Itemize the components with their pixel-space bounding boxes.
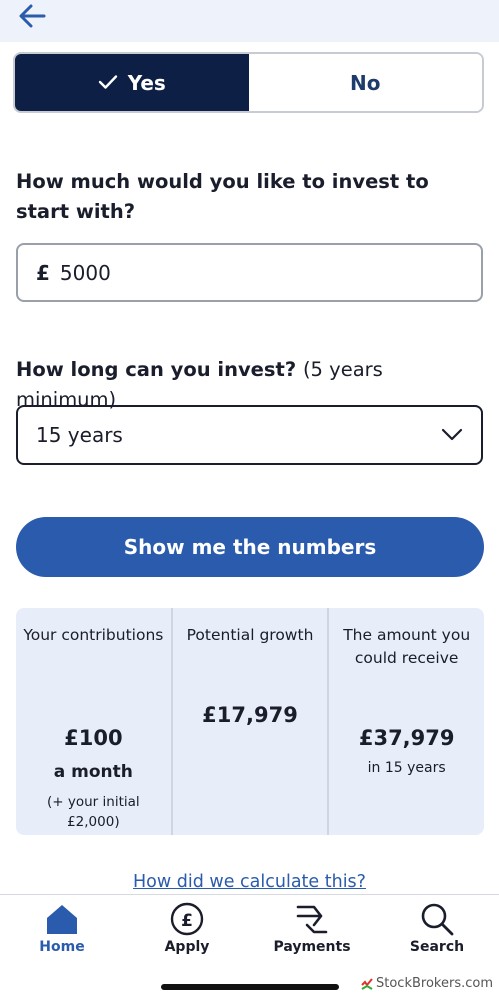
nav-label-apply: Apply — [164, 939, 210, 955]
contributions-note: (+ your initial £2,000) — [47, 794, 140, 830]
toggle-no-option[interactable]: No — [248, 54, 482, 111]
nav-item-apply[interactable]: £ Apply — [137, 895, 237, 965]
duration-select-value: 15 years — [36, 423, 123, 447]
nav-item-search[interactable]: Search — [387, 895, 487, 965]
top-bar — [0, 0, 499, 42]
growth-label: Potential growth — [186, 626, 314, 644]
chevron-down-icon — [441, 428, 463, 441]
watermark: StockBrokers.com — [361, 976, 493, 991]
payments-icon — [296, 905, 328, 934]
growth-value: £17,979 — [202, 703, 298, 727]
contributions-column: Your contributions £100 a month (+ your … — [16, 608, 171, 835]
receive-label: The amount you could receive — [343, 626, 471, 667]
receive-value: £37,979 — [358, 726, 455, 750]
nav-item-payments[interactable]: Payments — [262, 895, 362, 965]
pound-circle-icon: £ — [170, 902, 204, 936]
yes-no-toggle: Yes No — [13, 52, 484, 113]
toggle-yes-label: Yes — [127, 70, 166, 95]
currency-symbol: £ — [36, 260, 50, 285]
checkmark-icon — [98, 71, 118, 95]
toggle-no-label: No — [350, 70, 381, 95]
show-numbers-button[interactable]: Show me the numbers — [16, 517, 484, 577]
nav-item-home[interactable]: Home — [12, 895, 112, 965]
invest-question: How much would you like to invest to sta… — [16, 170, 429, 223]
svg-text:£: £ — [181, 911, 193, 931]
contributions-label: Your contributions — [23, 626, 164, 644]
contributions-value: £100 — [64, 726, 123, 750]
search-icon — [421, 903, 454, 936]
contributions-period: a month — [53, 762, 133, 782]
arrow-left-icon — [19, 4, 46, 28]
duration-select[interactable]: 15 years — [16, 405, 483, 465]
growth-column: Potential growth £17,979 — [170, 608, 328, 835]
receive-column: The amount you could receive £37,979 in … — [327, 608, 484, 835]
amount-value: 5000 — [59, 260, 111, 285]
stockbrokers-logo-icon — [361, 977, 373, 990]
home-indicator — [161, 984, 339, 990]
receive-note: in 15 years — [367, 760, 446, 776]
nav-label-payments: Payments — [273, 939, 351, 955]
home-icon — [47, 905, 77, 934]
back-button[interactable] — [16, 2, 50, 30]
nav-label-search: Search — [409, 939, 465, 955]
watermark-text: StockBrokers.com — [376, 976, 493, 991]
results-panel: Your contributions £100 a month (+ your … — [16, 608, 484, 835]
toggle-yes-option[interactable]: Yes — [15, 54, 249, 111]
duration-question-main: How long can you invest? — [16, 358, 297, 381]
nav-label-home: Home — [39, 939, 85, 955]
amount-input[interactable]: £ 5000 — [16, 243, 483, 302]
calculation-link[interactable]: How did we calculate this? — [0, 872, 499, 892]
